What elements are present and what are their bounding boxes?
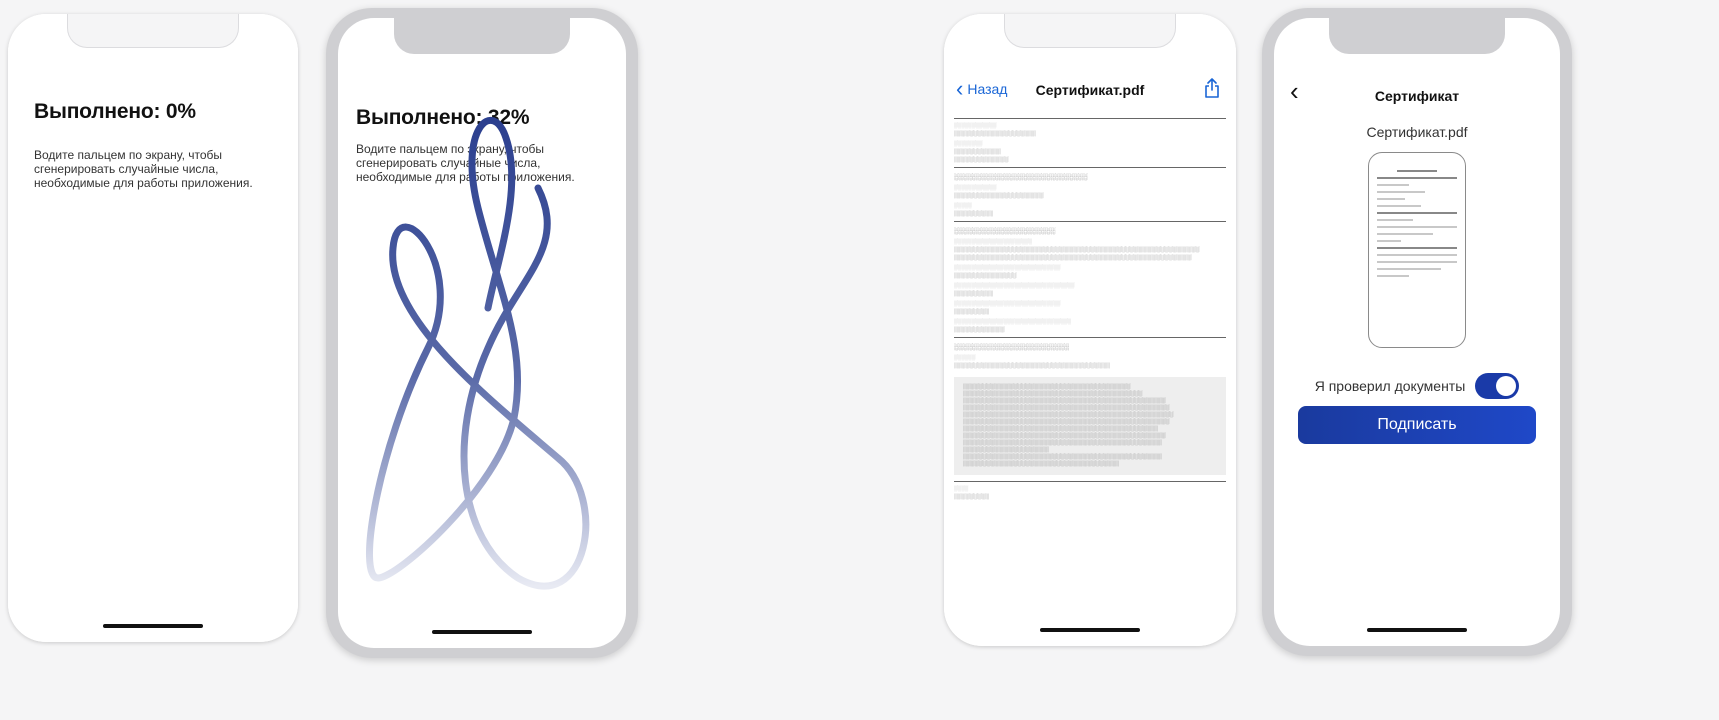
doc-line: ░░░░░░░░░░░░ [954,149,1001,155]
doc-line: ░░░░░░░░░ [954,494,990,500]
instruction-text: Водите пальцем по экрану, чтобы сгенерир… [34,148,253,190]
doc-line: ░░░░░░░░░░░░░░░░░░░░░░░░░░░░░░ [954,302,1061,307]
notch [67,14,239,48]
doc-line: ░░░░░░░░░░░░░░░░░░░░░░░░░░░░░░░░░ [954,320,1071,325]
phone-rng-start: Выполнено: 0% Водите пальцем по экрану, … [8,14,298,642]
divider [954,221,1226,222]
divider [954,481,1226,482]
home-indicator [432,630,532,634]
doc-line: ░░░░░░░░░░ [954,211,993,217]
thumb-line [1377,275,1409,277]
doc-section-heading: ░░░░░░░░░░░░░░░░░░░░░░░░░░░░░ [954,174,1088,181]
doc-line: ░░░░░░░░░░░░░░░░░░░░░ [954,131,1036,137]
document-title: Сертификат.pdf [1035,82,1145,98]
thumb-line [1377,226,1457,228]
thumb-line [1377,191,1425,193]
finger-stroke [366,116,590,590]
home-indicator [1040,628,1140,632]
screen-pdf-viewer: ‹ Назад Сертификат.pdf ░░░░░░░░░░░░ ░░░░… [944,14,1236,646]
sign-button[interactable]: Подписать [1298,406,1536,444]
doc-line: ░░░░░░░░░░░░░ [954,327,1005,333]
doc-line: ░░░░░░░░░░░░░░░░░░░░░░ [954,240,1032,245]
doc-line: ░░░░░ [954,204,972,209]
thumb-line [1377,233,1433,235]
thumb-line [1377,205,1421,207]
thumb-line [1377,240,1401,242]
screen-title: Сертификат [1374,88,1460,104]
progress-title: Выполнено: 0% [34,100,196,123]
thumb-line [1377,184,1409,186]
thumb-line [1377,177,1457,179]
confirm-row: Я проверил документы [1274,373,1560,399]
pdf-document-view[interactable]: ░░░░░░░░░░░░ ░░░░░░░░░░░░░░░░░░░░░ ░░░░░… [954,114,1226,600]
doc-line: ░░░░░░░░░░░░ [954,186,997,191]
divider [954,167,1226,168]
doc-line: ░░░░░░░░░ [954,309,990,315]
divider [954,337,1226,338]
navigation-bar: ‹ Назад Сертификат.pdf [944,78,1236,108]
notch [1329,18,1505,54]
notch [1004,14,1176,48]
confirm-toggle[interactable] [1475,373,1520,399]
thumb-line [1377,247,1457,249]
doc-line: ░░░░░░░░░░░░░░ [954,157,1009,163]
doc-line: ░░░░░░░░░░░░░░░░░░░░░░░░░░░░░░░░░░░░░░░░ [954,363,1110,369]
thumb-line [1377,268,1441,270]
home-indicator [1367,628,1467,632]
doc-line: ░░░░░░░░░░░░░░░░░░░░░░░ [954,193,1044,199]
thumb-line [1377,198,1405,200]
thumb-line [1377,254,1457,256]
thumb-line [1397,170,1437,172]
thumb-line [1377,261,1457,263]
phone-rng-progress: Выполнено: 32% Водите пальцем по экрану,… [326,8,638,658]
doc-section-heading: ░░░░░░░░░░░░░░░░░░░░░░░░░ [954,344,1070,351]
screen-sign: ‹ Сертификат Сертификат.pdf Я проверил д… [1274,18,1560,646]
file-name-link[interactable]: Сертификат.pdf [1274,124,1560,140]
doc-line: ░░░░ [954,487,969,492]
confirm-label: Я проверил документы [1314,378,1466,394]
doc-section-heading: ░░░░░░░░░░░░░░░░░░░░░░ [954,228,1056,235]
doc-line: ░░░░░░░░░░░░░░░░ [954,273,1017,279]
doc-line: ░░░░░░░░ [954,142,983,147]
document-thumbnail[interactable] [1368,152,1466,348]
doc-line: ░░░░░░░░░░░░░░░░░░░░░░░░░░░░░░░░░░ [954,284,1075,289]
doc-line: ░░░░░░ [954,356,976,361]
home-indicator [103,624,203,628]
phone-sign: ‹ Сертификат Сертификат.pdf Я проверил д… [1262,8,1572,656]
phone-pdf-viewer: ‹ Назад Сертификат.pdf ░░░░░░░░░░░░ ░░░░… [944,14,1236,646]
screen-rng-progress[interactable]: Выполнено: 32% Водите пальцем по экрану,… [338,18,626,648]
doc-line: ░░░░░░░░░░░░░░░░░░░░░░░░░░░░░░ [954,266,1061,271]
doc-notice-box: ░░░░░░░░░░░░░░░░░░░░░░░░░░░░░░░░░░░░░░░░… [954,377,1226,475]
doc-line: ░░░░░░░░░░░░ [954,124,997,129]
thumb-line [1377,212,1457,214]
doc-line: ░░░░░░░░░░░░░░░░░░░░░░░░░░░░░░░░░░░░░░░░… [954,255,1192,261]
doc-line: ░░░░░░░░░░ [954,291,993,297]
toggle-knob [1496,376,1517,396]
thumb-line [1377,219,1413,221]
doc-line: ░░░░░░░░░░░░░░░░░░░░░░░░░░░░░░░░░░░░░░░░… [954,247,1200,253]
divider [954,118,1226,119]
screen-rng-start[interactable]: Выполнено: 0% Водите пальцем по экрану, … [8,14,298,642]
share-icon[interactable] [1204,78,1220,103]
